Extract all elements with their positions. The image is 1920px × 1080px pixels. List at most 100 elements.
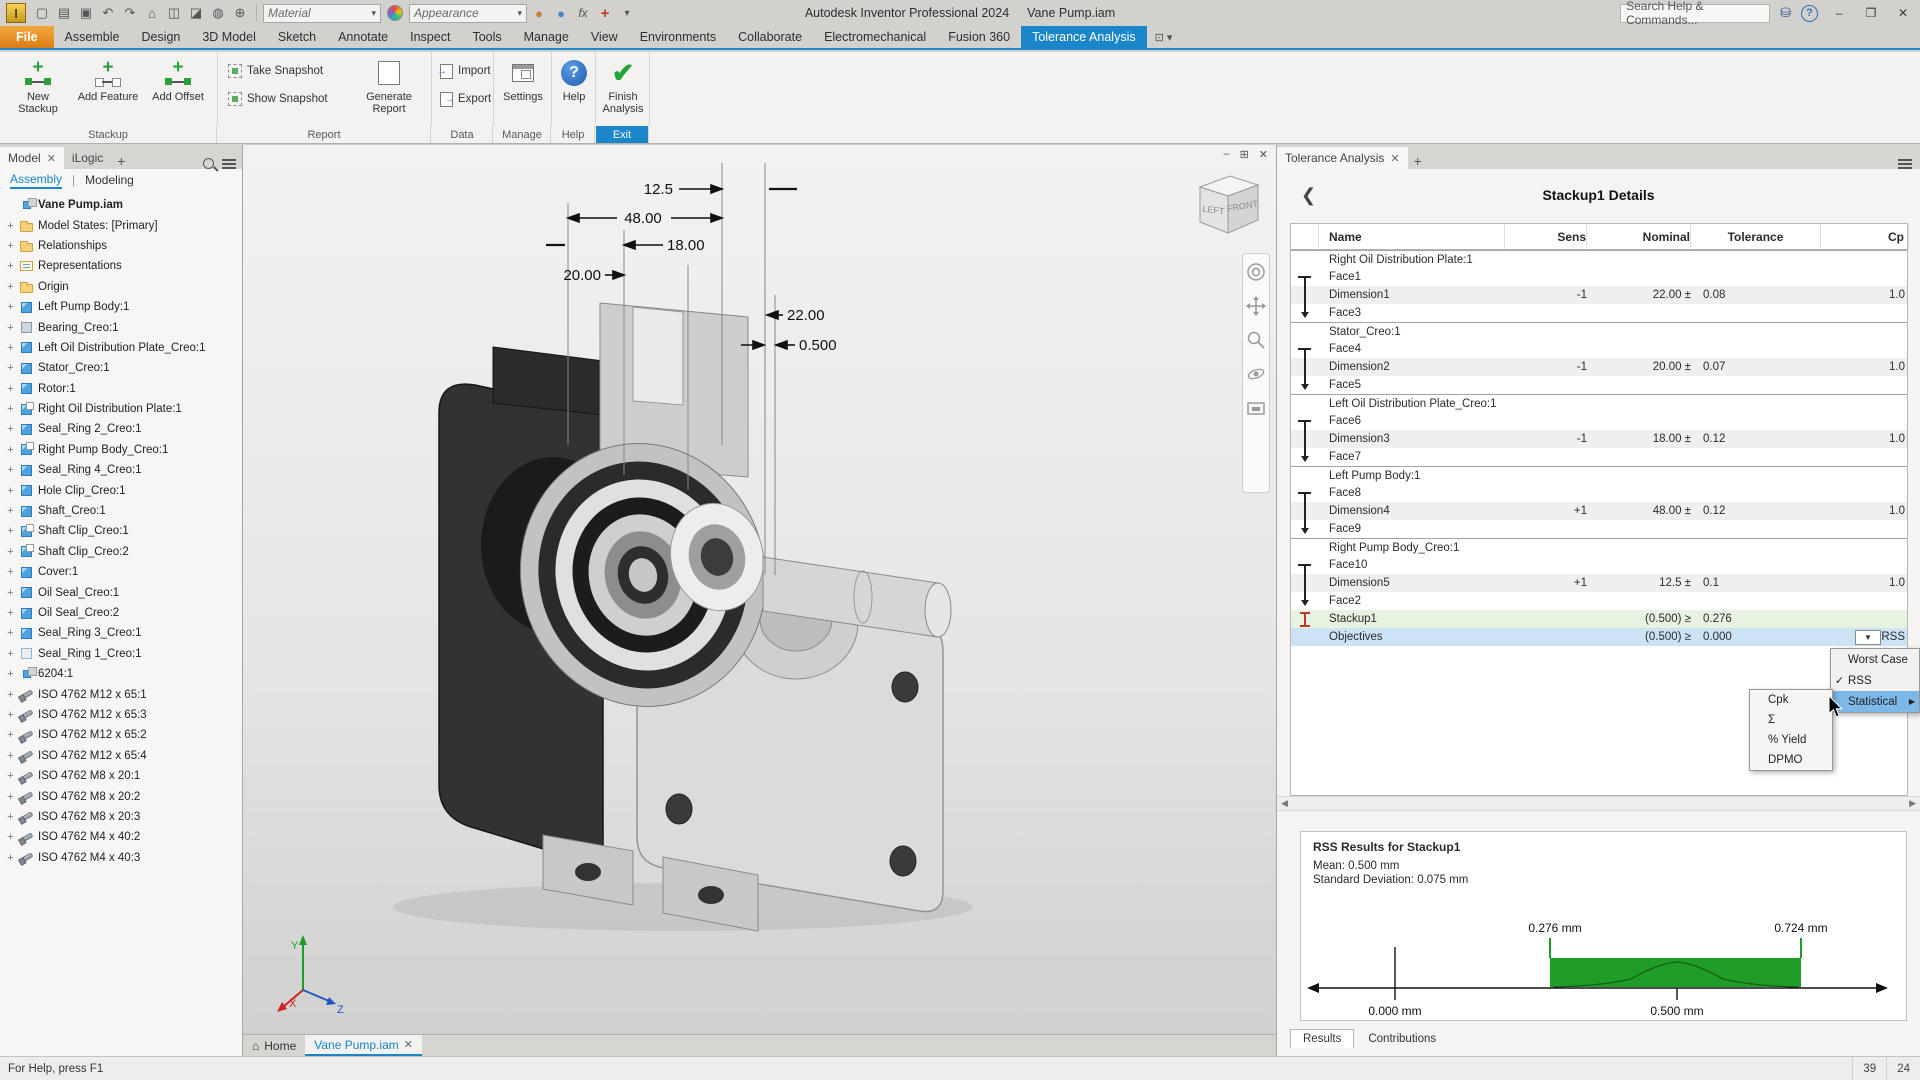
color-wheel-icon[interactable] [387,5,403,21]
tree-item[interactable]: Oil Seal_Creo:2 [6,603,242,623]
tree-item[interactable]: Cover:1 [6,562,242,582]
expand-icon[interactable] [6,791,15,803]
add-offset-button[interactable]: + Add Offset [146,55,210,125]
expand-icon[interactable] [6,444,15,456]
ribbon-tab[interactable]: Assemble [54,26,131,48]
pump-model-3d-view[interactable]: 12.5 48.00 18.00 20.00 22.00 0.500 Y X Z [243,145,1277,1034]
qat-icon[interactable] [551,3,571,23]
tree-item[interactable]: Right Pump Body_Creo:1 [6,440,242,460]
table-row[interactable]: Stator_Creo:1 ▼ [1291,322,1907,340]
table-row[interactable]: Face4 ▼ [1291,340,1907,358]
menu-item-worst-case[interactable]: Worst Case [1831,649,1919,670]
close-icon[interactable]: ✕ [47,152,56,165]
submenu-item[interactable]: % Yield [1750,730,1832,750]
qat-icon[interactable] [32,3,52,23]
tree-item[interactable]: ISO 4762 M4 x 40:3 [6,848,242,868]
panel-menu-icon[interactable] [1898,159,1912,169]
tab-ilogic[interactable]: iLogic [64,147,111,169]
tree-item[interactable]: Seal_Ring 1_Creo:1 [6,644,242,664]
expand-icon[interactable] [6,770,15,782]
tree-item[interactable]: ISO 4762 M4 x 40:2 [6,827,242,847]
qat-icon[interactable] [142,3,162,23]
tree-item[interactable]: Left Oil Distribution Plate_Creo:1 [6,338,242,358]
table-row[interactable]: Face5 ▼ [1291,376,1907,394]
expand-icon[interactable] [6,648,15,660]
viewport-minimize-button[interactable]: – [1223,148,1229,161]
table-row[interactable]: Dimension2 -1 20.00 ± 0.07 ▼ 1.0 [1291,358,1907,376]
expand-icon[interactable] [6,525,15,537]
qat-icon[interactable] [164,3,184,23]
generate-report-button[interactable]: Generate Report [350,55,428,125]
expand-icon[interactable] [6,485,15,497]
expand-icon[interactable] [6,240,15,252]
tree-item[interactable]: Stator_Creo:1 [6,358,242,378]
store-cart-icon[interactable]: ⛁ [1780,5,1791,21]
table-row[interactable]: Left Oil Distribution Plate_Creo:1 ▼ [1291,394,1907,412]
tab-home[interactable]: ⌂Home [243,1035,305,1056]
ribbon-tab[interactable]: Electromechanical [813,26,937,48]
tree-item[interactable]: Oil Seal_Creo:1 [6,582,242,602]
qat-icon[interactable] [230,3,250,23]
ribbon-tab[interactable]: Design [130,26,191,48]
expand-icon[interactable] [6,342,15,354]
finish-analysis-button[interactable]: ✔ Finish Analysis [591,55,655,125]
tree-item[interactable]: Rotor:1 [6,379,242,399]
qat-icon[interactable] [529,3,549,23]
tree-item[interactable]: 6204:1 [6,664,242,684]
ribbon-tab[interactable]: Tools [461,26,512,48]
export-button[interactable]: Export [436,88,495,110]
qat-icon[interactable] [573,3,593,23]
search-icon[interactable] [203,158,214,169]
submenu-item[interactable]: Cpk [1750,690,1832,710]
tree-item[interactable]: Model States: [Primary] [6,215,242,235]
table-row[interactable]: Face3 ▼ [1291,304,1907,322]
submenu-item[interactable]: Σ [1750,710,1832,730]
close-icon[interactable]: ✕ [1390,152,1399,165]
pan-icon[interactable] [1246,296,1266,316]
import-button[interactable]: Import [436,60,495,82]
take-snapshot-button[interactable]: Take Snapshot [224,60,327,82]
expand-icon[interactable] [6,383,15,395]
ribbon-tab[interactable]: Tolerance Analysis [1021,26,1147,48]
expand-icon[interactable] [6,689,15,701]
menu-item-statistical[interactable]: Statistical▶ [1831,691,1919,712]
menu-item-rss[interactable]: ✓RSS [1831,670,1919,691]
table-row[interactable]: Face7 ▼ [1291,448,1907,466]
ribbon-tab[interactable]: Annotate [327,26,399,48]
table-row[interactable]: Objectives (0.500) ≥ 0.000 ▼ RSS [1291,628,1907,646]
zoom-icon[interactable] [1246,330,1266,350]
tree-item[interactable]: Shaft Clip_Creo:2 [6,542,242,562]
inventor-logo-icon[interactable]: I [6,3,26,23]
table-row[interactable]: Face2 ▼ [1291,592,1907,610]
tree-root[interactable]: Vane Pump.iam [6,195,242,215]
ribbon-tab[interactable]: File [0,26,54,48]
menu-icon[interactable] [222,159,236,169]
table-row[interactable]: Dimension3 -1 18.00 ± 0.12 ▼ 1.0 [1291,430,1907,448]
scroll-right-icon[interactable]: ▶ [1909,798,1916,809]
search-input[interactable]: Search Help & Commands... [1620,4,1770,23]
tree-item[interactable]: Shaft_Creo:1 [6,501,242,521]
expand-icon[interactable] [6,729,15,741]
tab-vane-pump[interactable]: Vane Pump.iam✕ [305,1035,422,1056]
tree-item[interactable]: ISO 4762 M8 x 20:1 [6,766,242,786]
material-dropdown[interactable]: Material▾ [263,4,381,23]
tree-item[interactable]: Representations [6,256,242,276]
ribbon-tab[interactable]: 3D Model [191,26,267,48]
graphics-viewport[interactable]: – ⊞ ✕ [243,145,1277,1056]
close-icon[interactable]: ✕ [404,1038,413,1051]
expand-icon[interactable] [6,852,15,864]
restore-button[interactable]: ❐ [1860,6,1882,20]
ribbon-tab[interactable]: Environments [629,26,727,48]
expand-icon[interactable] [6,811,15,823]
add-feature-button[interactable]: + Add Feature [76,55,140,125]
expand-icon[interactable] [6,709,15,721]
tree-item[interactable]: Origin [6,277,242,297]
expand-icon[interactable] [6,668,15,680]
subtab-modeling[interactable]: Modeling [85,173,134,187]
table-row[interactable]: Dimension4 +1 48.00 ± 0.12 ▼ 1.0 [1291,502,1907,520]
expand-icon[interactable] [6,587,15,599]
expand-icon[interactable] [6,505,15,517]
tree-item[interactable]: ISO 4762 M12 x 65:1 [6,684,242,704]
ribbon-tab[interactable]: View [580,26,629,48]
tab-contributions[interactable]: Contributions [1356,1030,1448,1048]
